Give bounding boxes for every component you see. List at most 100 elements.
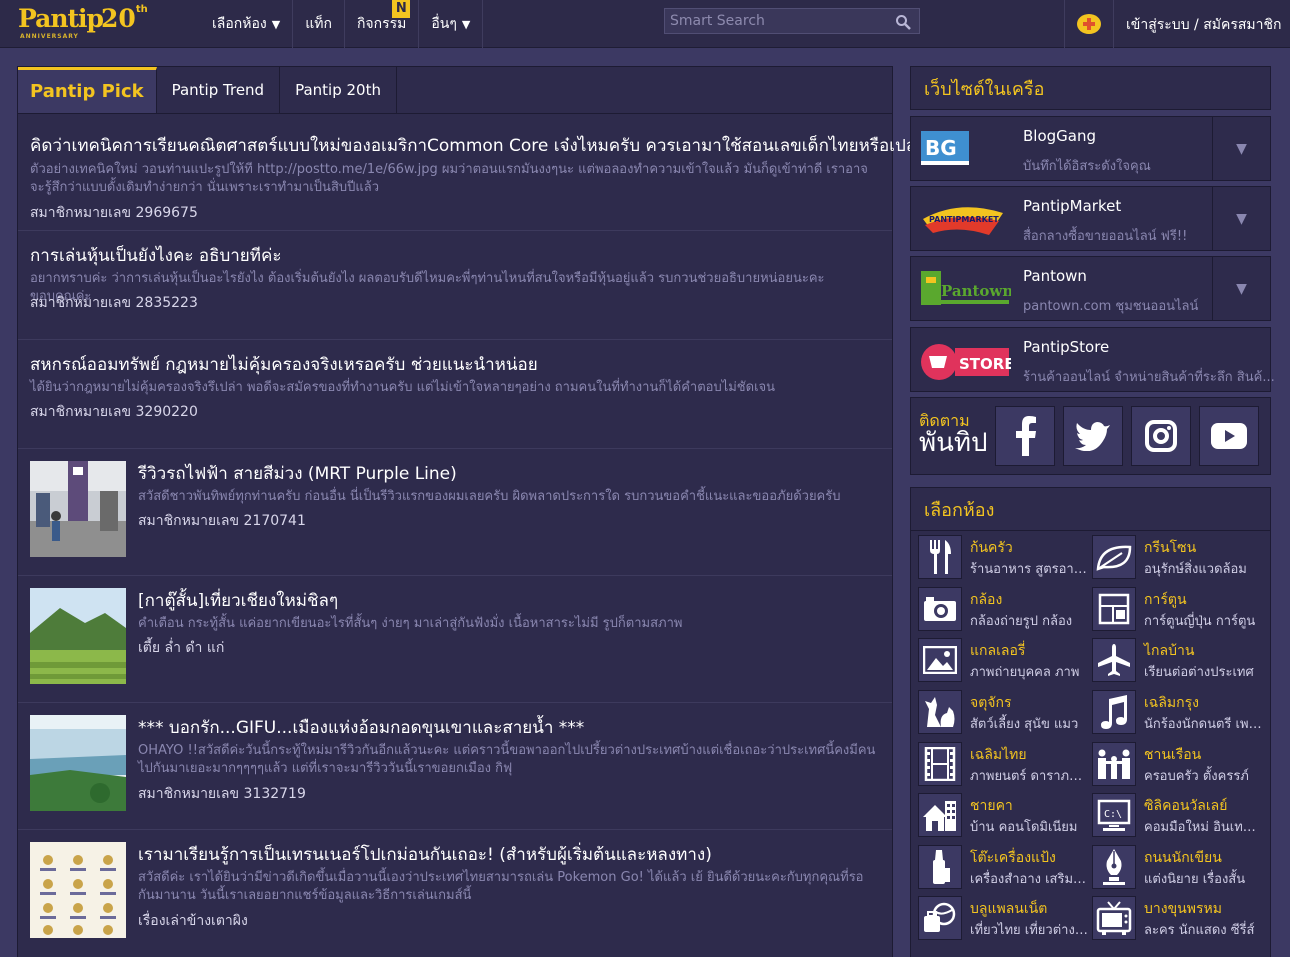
- topic-author[interactable]: สมาชิกหมายเลข 3132719: [138, 783, 306, 805]
- topic-author[interactable]: สมาชิกหมายเลข 2170741: [138, 510, 306, 532]
- network-title: เว็บไซต์ในเครือ: [924, 78, 1045, 100]
- topic-item[interactable]: คิดว่าเทคนิคการเรียนคณิตศาสตร์แบบใหม่ของ…: [18, 115, 926, 231]
- divider: [911, 530, 1270, 531]
- room-subtitle: นักร้องนักดนตรี เพลง: [1144, 717, 1262, 732]
- instagram-icon[interactable]: [1131, 406, 1191, 466]
- room-kitchen[interactable]: ก้นครัว ร้านอาหาร สูตรอาหาร: [911, 534, 1088, 580]
- youtube-icon[interactable]: [1199, 406, 1259, 466]
- topic-item[interactable]: [กาตู๊สั้น]เที่ยวเชียงใหม่ชิลๆ คำเตือน ก…: [18, 576, 892, 703]
- new-badge: N: [392, 0, 411, 18]
- topic-item[interactable]: สหกรณ์ออมทรัพย์ กฎหมายไม่คุ้มครองจริงเหร…: [18, 340, 892, 449]
- topic-title[interactable]: รีวิวรถไฟฟ้า สายสีม่วง (MRT Purple Line): [138, 460, 457, 487]
- search-icon[interactable]: [895, 14, 911, 30]
- network-name: PantipMarket: [1023, 197, 1122, 215]
- topic-title[interactable]: สหกรณ์ออมทรัพย์ กฎหมายไม่คุ้มครองจริงเหร…: [30, 351, 538, 378]
- topic-title[interactable]: [กาตู๊สั้น]เที่ยวเชียงใหม่ชิลๆ: [138, 587, 338, 614]
- pets-icon: [918, 690, 962, 734]
- room-writer[interactable]: ถนนนักเขียน แต่งนิยาย เรื่องสั้น: [1085, 844, 1257, 890]
- room-klaibaan[interactable]: ไกลบ้าน เรียนต่อต่างประเทศ: [1085, 637, 1257, 683]
- twitter-icon[interactable]: [1063, 406, 1123, 466]
- room-subtitle: คอมมือใหม่ อินเทอร์เน็ต: [1144, 820, 1262, 835]
- pantip-logo[interactable]: Pantip20th ANNIVERSARY: [18, 4, 148, 40]
- tab-bar: Pantip Pick Pantip Trend Pantip 20th: [18, 67, 892, 114]
- picture-icon: [918, 638, 962, 682]
- room-greenzone[interactable]: กรีนโซน อนุรักษ์สิ่งแวดล้อม: [1085, 534, 1257, 580]
- topic-thumbnail[interactable]: [30, 588, 126, 684]
- room-name: ถนนนักเขียน: [1144, 850, 1222, 866]
- search-input[interactable]: [665, 9, 885, 33]
- topic-title[interactable]: การเล่นหุ้นเป็นยังไงคะ อธิบายทีค่ะ: [30, 242, 281, 269]
- network-item-bloggang[interactable]: BG BlogGang บันทึกได้อิสระดังใจคุณ ▼: [910, 116, 1271, 181]
- room-chanruen[interactable]: ชานเรือน ครอบครัว ตั้งครรภ์: [1085, 741, 1257, 787]
- topic-item[interactable]: รีวิวรถไฟฟ้า สายสีม่วง (MRT Purple Line)…: [18, 449, 892, 576]
- nav-activity[interactable]: กิจกรรม N: [345, 0, 420, 48]
- emotion-button[interactable]: [1064, 0, 1114, 48]
- room-chalermthai[interactable]: เฉลิมไทย ภาพยนตร์ ดาราภาพยนตร์: [911, 741, 1088, 787]
- topic-item[interactable]: การเล่นหุ้นเป็นยังไงคะ อธิบายทีค่ะ อยากท…: [18, 231, 892, 340]
- network-subtitle: สื่อกลางซื้อขายออนไลน์ ฟรี!!: [1023, 229, 1188, 244]
- topic-title[interactable]: *** บอกรัก...GIFU...เมืองแห่งอ้อมกอดขุนเ…: [138, 714, 584, 741]
- network-item-pantown[interactable]: Pantown Pantown pantown.com ชุมชนออนไลน์…: [910, 256, 1271, 321]
- network-subtitle: ร้านค้าออนไลน์ จำหน่ายสินค้าที่ระลึก สิน…: [1023, 370, 1275, 385]
- topic-description: OHAYO !!สวัสดีค่ะวันนี้กระทู้ใหม่มารีวิว…: [138, 743, 876, 776]
- family-icon: [1092, 742, 1136, 786]
- room-subtitle: ภาพถ่ายบุคคล ภาพ: [970, 665, 1080, 680]
- dropdown-toggle[interactable]: ▼: [1212, 187, 1270, 250]
- topic-item[interactable]: เรามาเรียนรู้การเป็นเทรนเนอร์โปเกม่อนกัน…: [18, 830, 892, 957]
- room-subtitle: ร้านอาหาร สูตรอาหาร: [970, 562, 1088, 577]
- dropdown-toggle[interactable]: ▼: [1212, 257, 1270, 320]
- room-chaykha[interactable]: ชายคา บ้าน คอนโดมิเนียม: [911, 792, 1083, 838]
- room-blueplanet[interactable]: บลูแพลนเน็ต เที่ยวไทย เที่ยวต่างประเทศ: [911, 895, 1088, 941]
- dropdown-toggle[interactable]: ▼: [1212, 117, 1270, 180]
- follow-label: ติดตาม พันทิป: [919, 412, 988, 457]
- nav-label: แท็ก: [305, 16, 332, 32]
- topic-title[interactable]: คิดว่าเทคนิคการเรียนคณิตศาสตร์แบบใหม่ของ…: [30, 132, 926, 159]
- topic-author[interactable]: สมาชิกหมายเลข 2835223: [30, 292, 198, 314]
- room-jatujak[interactable]: จตุจักร สัตว์เลี้ยง สุนัข แมว: [911, 689, 1083, 735]
- cosmetic-icon: [918, 845, 962, 889]
- facebook-icon[interactable]: [995, 406, 1055, 466]
- login-link[interactable]: เข้าสู่ระบบ / สมัครสมาชิก: [1126, 14, 1281, 36]
- svg-text:BG: BG: [925, 136, 957, 160]
- topic-thumbnail[interactable]: [30, 715, 126, 811]
- topic-thumbnail[interactable]: [30, 461, 126, 557]
- nav-tag[interactable]: แท็ก: [293, 0, 345, 48]
- network-subtitle: pantown.com ชุมชนออนไลน์: [1023, 299, 1199, 314]
- topic-item[interactable]: *** บอกรัก...GIFU...เมืองแห่งอ้อมกอดขุนเ…: [18, 703, 892, 830]
- computer-icon: C:\: [1092, 793, 1136, 837]
- room-name: จตุจักร: [970, 695, 1012, 711]
- caret-down-icon: ▼: [461, 17, 471, 31]
- topic-author[interactable]: สมาชิกหมายเลข 3290220: [30, 401, 198, 423]
- tv-icon: [1092, 896, 1136, 940]
- tab-pantip-pick[interactable]: Pantip Pick: [18, 67, 157, 113]
- room-chalermkrung[interactable]: เฉลิมกรุง นักร้องนักดนตรี เพลง: [1085, 689, 1262, 735]
- topic-description: ได้ยินว่ากฎหมายไม่คุ้มครองจริงรึเปล่า พอ…: [30, 380, 776, 395]
- room-siliconvalley[interactable]: C:\ ซิลิคอนวัลเลย์ คอมมือใหม่ อินเทอร์เน…: [1085, 792, 1262, 838]
- leaf-icon: [1092, 535, 1136, 579]
- room-gallery[interactable]: แกลเลอรี่ ภาพถ่ายบุคคล ภาพ: [911, 637, 1083, 683]
- room-camera[interactable]: กล้อง กล้องถ่ายรูป กล้อง: [911, 586, 1083, 632]
- tab-pantip-trend[interactable]: Pantip Trend: [157, 67, 281, 113]
- chevron-down-icon: ▼: [1236, 140, 1247, 157]
- room-subtitle: การ์ตูนญี่ปุ่น การ์ตูน: [1144, 614, 1256, 629]
- house-icon: [918, 793, 962, 837]
- room-tokrueangpaeng[interactable]: โต๊ะเครื่องแป้ง เครื่องสำอาง เสริมสวย: [911, 844, 1088, 890]
- topic-description: สวัสดีค่ะ เราได้ยินว่ามีข่าวดีเกิดขึ้นเม…: [138, 870, 864, 903]
- topic-description: ตัวอย่างเทคนิคใหม่ วอนท่านแปะรูปให้ที ht…: [30, 162, 868, 195]
- topic-title[interactable]: เรามาเรียนรู้การเป็นเทรนเนอร์โปเกม่อนกัน…: [138, 841, 712, 868]
- room-bangkhunprom[interactable]: บางขุนพรหม ละคร นักแสดง ซีรี่ส์: [1085, 895, 1257, 941]
- room-subtitle: กล้องถ่ายรูป กล้อง: [970, 614, 1073, 629]
- film-icon: [918, 742, 962, 786]
- network-item-pantipstore[interactable]: STORE PantipStore ร้านค้าออนไลน์ จำหน่าย…: [910, 327, 1275, 392]
- network-item-pantipmarket[interactable]: PANTIPMARKET PantipMarket สื่อกลางซื้อขา…: [910, 186, 1271, 251]
- topic-author[interactable]: เรื่องเล่าข้างเตาผิง: [138, 910, 248, 932]
- topic-author[interactable]: เตี้ย ล่ำ ดำ แก่: [138, 637, 224, 659]
- topic-thumbnail[interactable]: [30, 842, 126, 938]
- pantown-logo: Pantown: [919, 265, 1013, 313]
- nav-select-room[interactable]: เลือกห้อง ▼: [200, 0, 294, 48]
- nav-others[interactable]: อื่นๆ ▼: [419, 0, 484, 48]
- tab-pantip-20th[interactable]: Pantip 20th: [280, 67, 397, 113]
- topic-author[interactable]: สมาชิกหมายเลข 2969675: [30, 202, 198, 224]
- room-cartoon[interactable]: การ์ตูน การ์ตูนญี่ปุ่น การ์ตูน: [1085, 586, 1257, 632]
- room-selector: เลือกห้อง ก้นครัว ร้านอาหาร สูตรอาหาร กร…: [910, 487, 1271, 957]
